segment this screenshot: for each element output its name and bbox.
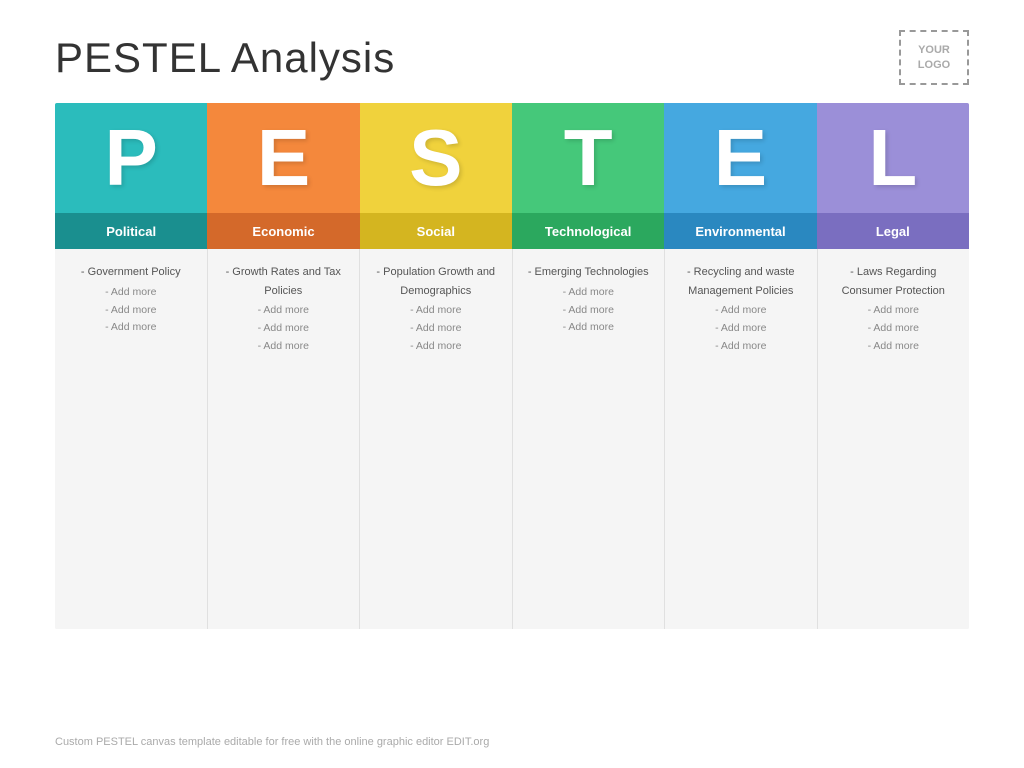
content-row: - Government Policy - Add more - Add mor… [55,249,969,629]
pestel-table: P E S T E L Political Economic [55,103,969,629]
page-wrapper: PESTEL Analysis YOURLOGO P E S T E L [0,0,1024,768]
page-title: PESTEL Analysis [55,34,395,82]
content-political: - Government Policy - Add more - Add mor… [55,249,208,629]
letter-cell-e1: E [207,103,359,213]
letter-e2: E [714,118,767,198]
header: PESTEL Analysis YOURLOGO [55,30,969,85]
letter-l: L [868,118,917,198]
letter-cell-s: S [360,103,512,213]
letter-row: P E S T E L [55,103,969,213]
letter-t: T [564,118,613,198]
content-technological: - Emerging Technologies - Add more - Add… [513,249,666,629]
content-economic: - Growth Rates and Tax Policies - Add mo… [208,249,361,629]
letter-cell-e2: E [664,103,816,213]
label-technological: Technological [512,213,664,249]
label-political: Political [55,213,207,249]
letter-cell-l: L [817,103,969,213]
content-legal: - Laws Regarding Consumer Protection - A… [818,249,970,629]
letter-p: P [104,118,157,198]
letter-cell-t: T [512,103,664,213]
letter-e1: E [257,118,310,198]
footer: Custom PESTEL canvas template editable f… [55,736,489,748]
label-environmental: Environmental [664,213,816,249]
content-social: - Population Growth and Demographics - A… [360,249,513,629]
label-legal: Legal [817,213,969,249]
logo-placeholder: YOURLOGO [899,30,969,85]
letter-cell-p: P [55,103,207,213]
letter-s: S [409,118,462,198]
label-row: Political Economic Social Technological … [55,213,969,249]
label-social: Social [360,213,512,249]
content-environmental: - Recycling and waste Management Policie… [665,249,818,629]
label-economic: Economic [207,213,359,249]
